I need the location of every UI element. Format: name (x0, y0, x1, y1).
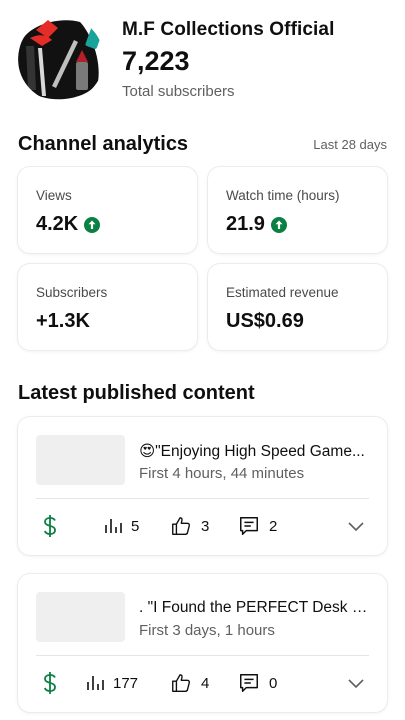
chevron-down-icon[interactable] (347, 513, 365, 539)
video-meta: First 4 hours, 44 minutes (139, 465, 305, 482)
video-title[interactable]: 😍"Enjoying High Speed Game... (139, 442, 371, 461)
stat-value: US$0.69 (226, 310, 304, 332)
bar-chart-icon (105, 519, 122, 533)
video-thumbnail[interactable] (36, 435, 125, 485)
bar-chart-icon (87, 676, 104, 690)
thumbs-up-icon (172, 674, 191, 692)
channel-avatar[interactable] (18, 16, 104, 102)
stat-card-views[interactable]: Views 4.2K (18, 167, 197, 253)
stat-card-watch-time[interactable]: Watch time (hours) 21.9 (208, 167, 387, 253)
stat-card-revenue[interactable]: Estimated revenue US$0.69 (208, 264, 387, 350)
stat-card-subscribers[interactable]: Subscribers +1.3K (18, 264, 197, 350)
stat-label: Views (36, 188, 72, 203)
stat-value-row: 4.2K (36, 213, 101, 236)
stat-value: 21.9 (226, 213, 265, 235)
section-title-analytics: Channel analytics (18, 133, 189, 155)
channel-name: M.F Collections Official (122, 19, 335, 40)
stat-label: Subscribers (36, 285, 108, 300)
stat-value-row: +1.3K (36, 310, 90, 333)
comments-count: 2 (269, 517, 278, 535)
channel-header: M.F Collections Official 7,223 Total sub… (18, 14, 388, 104)
chevron-down-icon[interactable] (347, 670, 365, 696)
section-title-latest: Latest published content (18, 382, 255, 404)
divider (36, 655, 369, 656)
views-count: 177 (113, 674, 139, 692)
stat-value: 4.2K (36, 213, 79, 235)
arrow-up-circle-icon (270, 216, 287, 233)
stat-label: Estimated revenue (226, 285, 339, 300)
subscriber-count: 7,223 (122, 46, 190, 76)
likes-metric: 3 (170, 513, 209, 539)
arrow-up-circle-icon (84, 216, 101, 233)
video-metrics: 177 4 0 (18, 670, 387, 696)
video-thumbnail[interactable] (36, 592, 125, 642)
likes-count: 4 (201, 674, 210, 692)
channel-logo (18, 16, 104, 102)
video-metrics: 5 3 2 (18, 513, 387, 539)
likes-count: 3 (201, 517, 210, 535)
comment-icon (240, 674, 258, 692)
views-metric: 5 (104, 513, 139, 539)
comments-count: 0 (269, 674, 278, 692)
dollar-icon[interactable] (42, 513, 58, 539)
comments-metric: 2 (238, 513, 277, 539)
stat-value-row: 21.9 (226, 213, 287, 236)
video-title[interactable]: . "I Found the PERFECT Desk P... (139, 599, 371, 617)
likes-metric: 4 (170, 670, 209, 696)
video-meta: First 3 days, 1 hours (139, 622, 275, 639)
content-card[interactable]: . "I Found the PERFECT Desk P... First 3… (18, 574, 387, 712)
content-card[interactable]: 😍"Enjoying High Speed Game... First 4 ho… (18, 417, 387, 555)
views-metric: 177 (86, 670, 138, 696)
comments-metric: 0 (238, 670, 277, 696)
comment-icon (240, 517, 258, 535)
stat-label: Watch time (hours) (226, 188, 340, 203)
views-count: 5 (131, 517, 140, 535)
thumbs-up-icon (172, 517, 191, 535)
stat-value-row: US$0.69 (226, 310, 304, 333)
divider (36, 498, 369, 499)
period-label[interactable]: Last 28 days (313, 137, 387, 152)
subscriber-caption: Total subscribers (122, 83, 235, 100)
dollar-icon[interactable] (42, 670, 58, 696)
stat-value: +1.3K (36, 310, 90, 332)
